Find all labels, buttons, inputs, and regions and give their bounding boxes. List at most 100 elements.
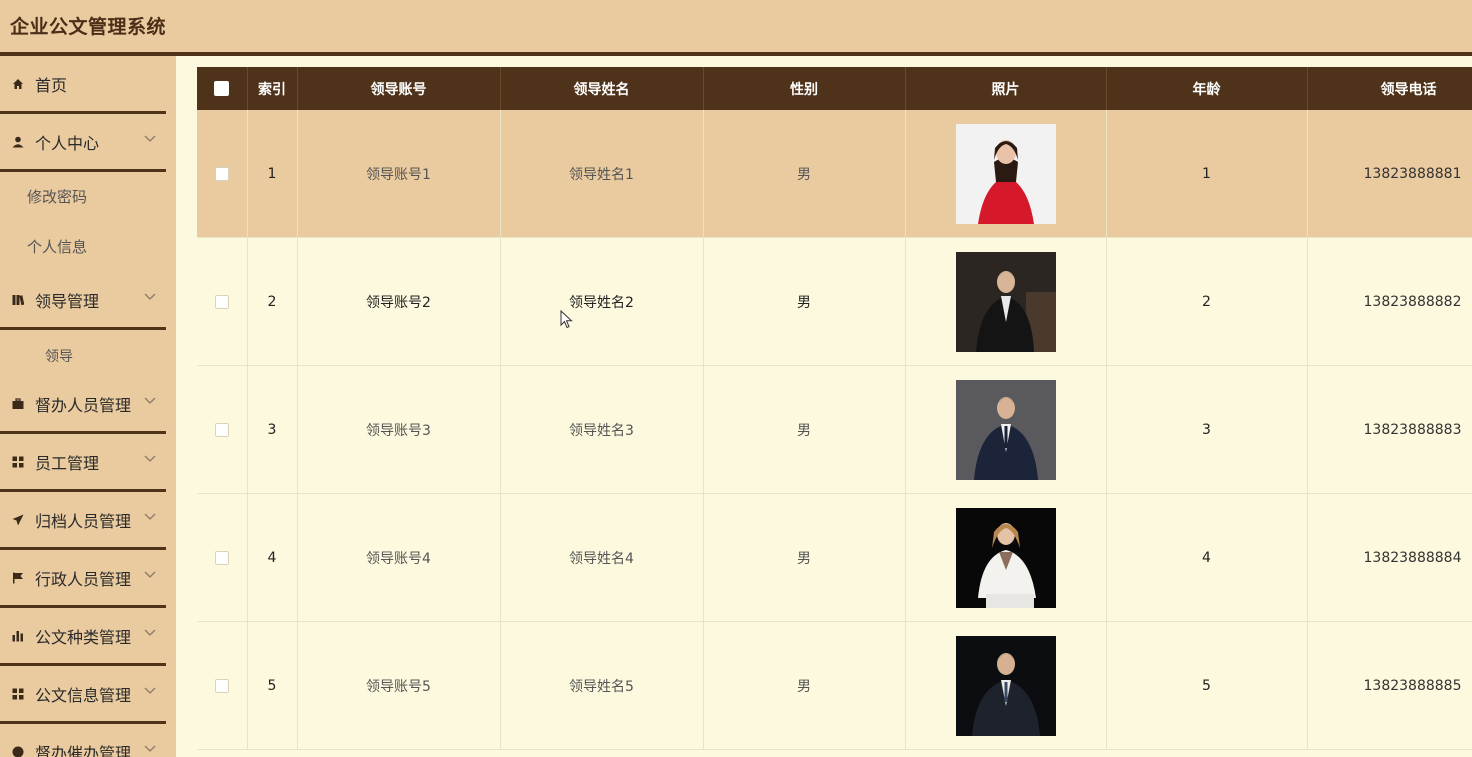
chevron-down-icon [144,513,156,520]
sidebar-item-leader-management[interactable]: 领导管理 [0,272,166,330]
table-row[interactable]: 1 领导账号1 领导姓名1 男 1 13823888881 [197,110,1472,238]
send-icon [10,492,26,547]
age-cell: 4 [1106,493,1308,622]
account-cell: 领导账号4 [297,493,501,622]
row-select-cell [197,493,248,622]
sidebar-subitem-leader[interactable]: 领导 [0,334,166,378]
age-cell: 3 [1106,365,1308,494]
grid-icon [10,666,26,721]
account-cell: 领导账号3 [297,365,501,494]
column-header-name[interactable]: 领导姓名 [500,67,704,110]
index-cell: 3 [247,365,298,494]
account-cell: 领导账号2 [297,237,501,366]
photo-cell [905,237,1107,366]
chevron-down-icon [144,293,156,300]
user-icon [10,114,26,169]
column-header-gender[interactable]: 性别 [703,67,906,110]
row-select-cell [197,365,248,494]
table-row[interactable]: 5 领导账号5 领导姓名5 男 5 13823888885 [197,621,1472,750]
chevron-down-icon [144,455,156,462]
row-checkbox[interactable] [214,550,229,565]
chevron-down-icon [144,135,156,142]
index-cell: 5 [247,621,298,750]
name-cell: 领导姓名4 [500,493,704,622]
name-cell: 领导姓名5 [500,621,704,750]
row-checkbox[interactable] [214,678,229,693]
phone-cell: 13823888881 [1307,110,1472,238]
gender-cell: 男 [703,110,906,238]
leader-photo[interactable] [955,251,1056,352]
name-cell: 领导姓名1 [500,110,704,238]
row-checkbox[interactable] [214,422,229,437]
phone-cell: 13823888885 [1307,621,1472,750]
pie-icon [10,724,26,757]
row-select-cell [197,110,248,238]
age-cell: 5 [1106,621,1308,750]
book-icon [10,272,26,327]
phone-cell: 13823888883 [1307,365,1472,494]
chevron-down-icon [144,687,156,694]
index-cell: 4 [247,493,298,622]
sidebar-subitem-change-password[interactable]: 修改密码 [0,174,166,218]
select-all-cell [197,67,248,110]
account-cell: 领导账号1 [297,110,501,238]
account-cell: 领导账号5 [297,621,501,750]
flag-icon [10,550,26,605]
home-icon [10,56,26,111]
leader-photo[interactable] [955,123,1056,224]
leader-photo[interactable] [955,635,1056,736]
index-cell: 1 [247,110,298,238]
table-row[interactable]: 3 领导账号3 领导姓名3 男 3 13823888883 [197,365,1472,494]
column-header-photo[interactable]: 照片 [905,67,1107,110]
sidebar: 首页 个人中心 修改密码 个人信息 领导管理 领导 督办人员管理 员工管理 归档… [0,56,176,757]
mouse-cursor-icon [560,310,573,329]
gender-cell: 男 [703,493,906,622]
row-select-cell [197,237,248,366]
chevron-down-icon [144,571,156,578]
app-title: 企业公文管理系统 [10,16,167,38]
age-cell: 2 [1106,237,1308,366]
sidebar-item-doc-type-management[interactable]: 公文种类管理 [0,608,166,666]
table-row[interactable]: 2 领导账号2 领导姓名2 男 2 13823888882 [197,237,1472,366]
column-header-index[interactable]: 索引 [247,67,298,110]
column-header-account[interactable]: 领导账号 [297,67,501,110]
chevron-down-icon [144,745,156,752]
row-select-cell [197,621,248,750]
sidebar-item-home[interactable]: 首页 [0,56,166,114]
table-header-row: 索引 领导账号 领导姓名 性别 照片 年龄 领导电话 [197,67,1472,110]
top-header: 企业公文管理系统 [0,0,1472,56]
chevron-down-icon [144,629,156,636]
row-checkbox[interactable] [214,166,229,181]
select-all-checkbox[interactable] [214,81,230,96]
leader-photo[interactable] [955,507,1056,608]
name-cell: 领导姓名2 [500,237,704,366]
gender-cell: 男 [703,237,906,366]
sidebar-item-doc-info-management[interactable]: 公文信息管理 [0,666,166,724]
bar-chart-icon [10,608,26,663]
sidebar-subitem-personal-info[interactable]: 个人信息 [0,224,166,268]
photo-cell [905,493,1107,622]
age-cell: 1 [1106,110,1308,238]
leader-photo[interactable] [955,379,1056,480]
index-cell: 2 [247,237,298,366]
table-row[interactable]: 4 领导账号4 领导姓名4 男 4 13823888884 [197,493,1472,622]
sidebar-item-supervision-urging-management[interactable]: 督办催办管理 [0,724,166,757]
column-header-phone[interactable]: 领导电话 [1307,67,1472,110]
column-header-age[interactable]: 年龄 [1106,67,1308,110]
sidebar-item-employee-management[interactable]: 员工管理 [0,434,166,492]
leader-table: 索引 领导账号 领导姓名 性别 照片 年龄 领导电话 1 领导账号1 领导姓名1… [197,67,1472,750]
phone-cell: 13823888882 [1307,237,1472,366]
name-cell: 领导姓名3 [500,365,704,494]
phone-cell: 13823888884 [1307,493,1472,622]
sidebar-item-supervisor-management[interactable]: 督办人员管理 [0,376,166,434]
sidebar-item-admin-staff-management[interactable]: 行政人员管理 [0,550,166,608]
sidebar-item-archivist-management[interactable]: 归档人员管理 [0,492,166,550]
sidebar-item-personal-center[interactable]: 个人中心 [0,114,166,172]
row-checkbox[interactable] [214,294,229,309]
chevron-down-icon [144,397,156,404]
photo-cell [905,621,1107,750]
gender-cell: 男 [703,621,906,750]
photo-cell [905,110,1107,238]
briefcase-icon [10,376,26,431]
photo-cell [905,365,1107,494]
